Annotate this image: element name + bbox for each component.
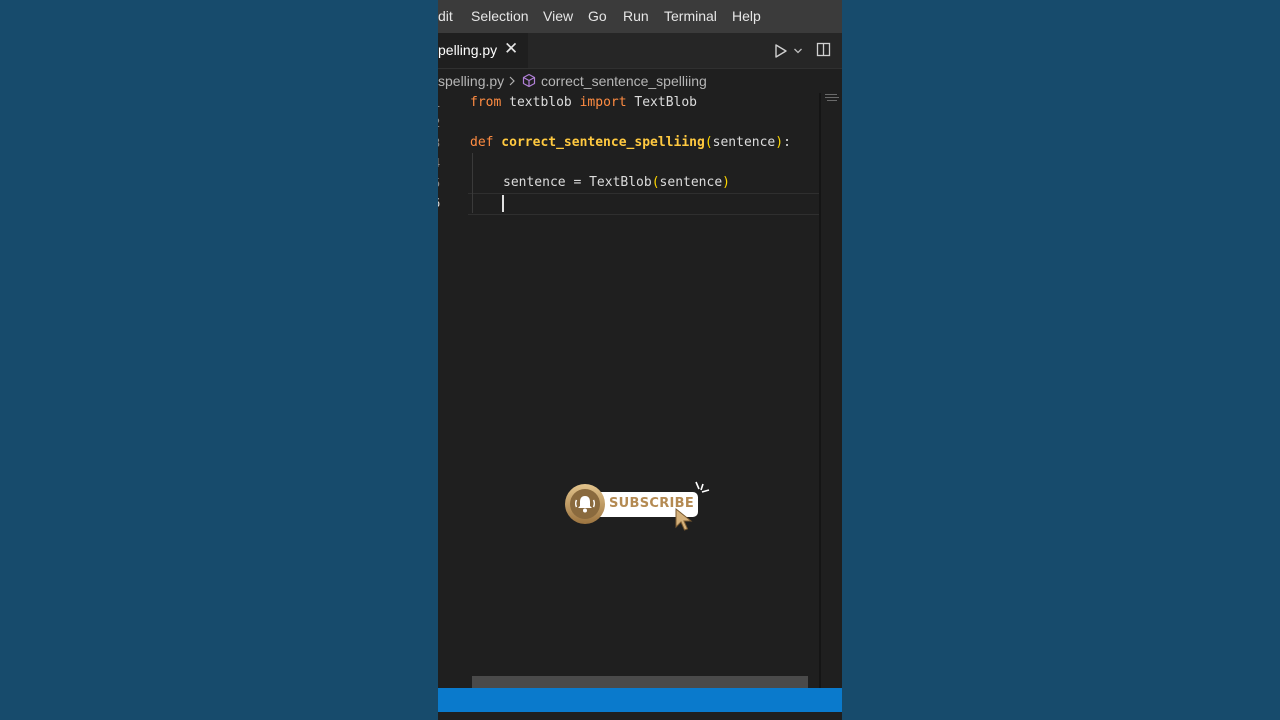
menu-edit[interactable]: dit <box>438 8 453 24</box>
tab-bar: pelling.py ✕ <box>438 33 842 69</box>
editor-tab[interactable]: pelling.py ✕ <box>438 33 528 68</box>
line-number: 1 <box>438 96 445 110</box>
keyword-import: import <box>579 95 627 110</box>
current-line-highlight <box>468 193 820 215</box>
imported-name: TextBlob <box>626 95 698 110</box>
paren-close: ) <box>722 175 730 190</box>
paren-close: ) <box>775 135 784 150</box>
breadcrumb: spelling.py correct_sentence_spelliing <box>438 71 842 93</box>
vscode-window: dit Selection View Go Run Terminal Help … <box>438 0 842 720</box>
assignment: sentence = <box>503 175 590 190</box>
keyword-def: def <box>470 135 494 150</box>
parameter: sentence <box>712 135 776 150</box>
cube-icon <box>522 73 536 88</box>
code-line-3: def correct_sentence_spelliing(sentence)… <box>470 135 791 150</box>
sparkle-icon <box>695 481 710 493</box>
breadcrumb-symbol[interactable]: correct_sentence_spelliing <box>541 73 707 89</box>
bell-icon <box>575 496 595 513</box>
minimap-divider <box>819 93 821 688</box>
cursor-pointer-icon <box>675 507 693 531</box>
code-line-5: sentence = TextBlob(sentence) <box>503 175 730 190</box>
line-number: 3 <box>438 136 445 150</box>
module-name: textblob <box>501 95 580 110</box>
line-number: 2 <box>438 116 445 130</box>
breadcrumb-file[interactable]: spelling.py <box>438 73 504 89</box>
subscribe-overlay[interactable]: SUBSCRIBE <box>564 480 714 536</box>
split-editor-icon[interactable] <box>816 42 831 57</box>
line-number: 4 <box>438 156 445 170</box>
menu-bar: dit Selection View Go Run Terminal Help <box>438 0 842 33</box>
menu-help[interactable]: Help <box>732 8 761 24</box>
minimap[interactable] <box>824 93 840 103</box>
horizontal-scrollbar[interactable] <box>472 676 808 688</box>
tab-label: pelling.py <box>438 42 498 58</box>
menu-terminal[interactable]: Terminal <box>664 8 717 24</box>
chevron-right-icon <box>509 76 515 86</box>
menu-selection[interactable]: Selection <box>471 8 529 24</box>
text-cursor <box>502 195 504 212</box>
close-icon[interactable]: ✕ <box>504 39 518 59</box>
argument: sentence <box>659 175 723 190</box>
indent-guide <box>472 153 473 213</box>
colon: : <box>783 135 791 150</box>
run-icon[interactable] <box>774 43 788 59</box>
function-name: correct_sentence_spelliing <box>493 135 705 150</box>
paren-open: ( <box>651 175 660 190</box>
status-bar <box>438 688 842 712</box>
paren-open: ( <box>704 135 713 150</box>
code-line-1: from textblob import TextBlob <box>470 95 697 110</box>
keyword-from: from <box>470 95 502 110</box>
menu-go[interactable]: Go <box>588 8 607 24</box>
line-number: 5 <box>438 176 445 190</box>
chevron-down-icon[interactable] <box>793 46 803 56</box>
menu-view[interactable]: View <box>543 8 573 24</box>
code-editor[interactable]: 1 2 3 4 5 6 from textblob import TextBlo… <box>438 93 820 683</box>
call-name: TextBlob <box>589 175 652 190</box>
menu-run[interactable]: Run <box>623 8 649 24</box>
line-number-active: 6 <box>438 196 445 210</box>
